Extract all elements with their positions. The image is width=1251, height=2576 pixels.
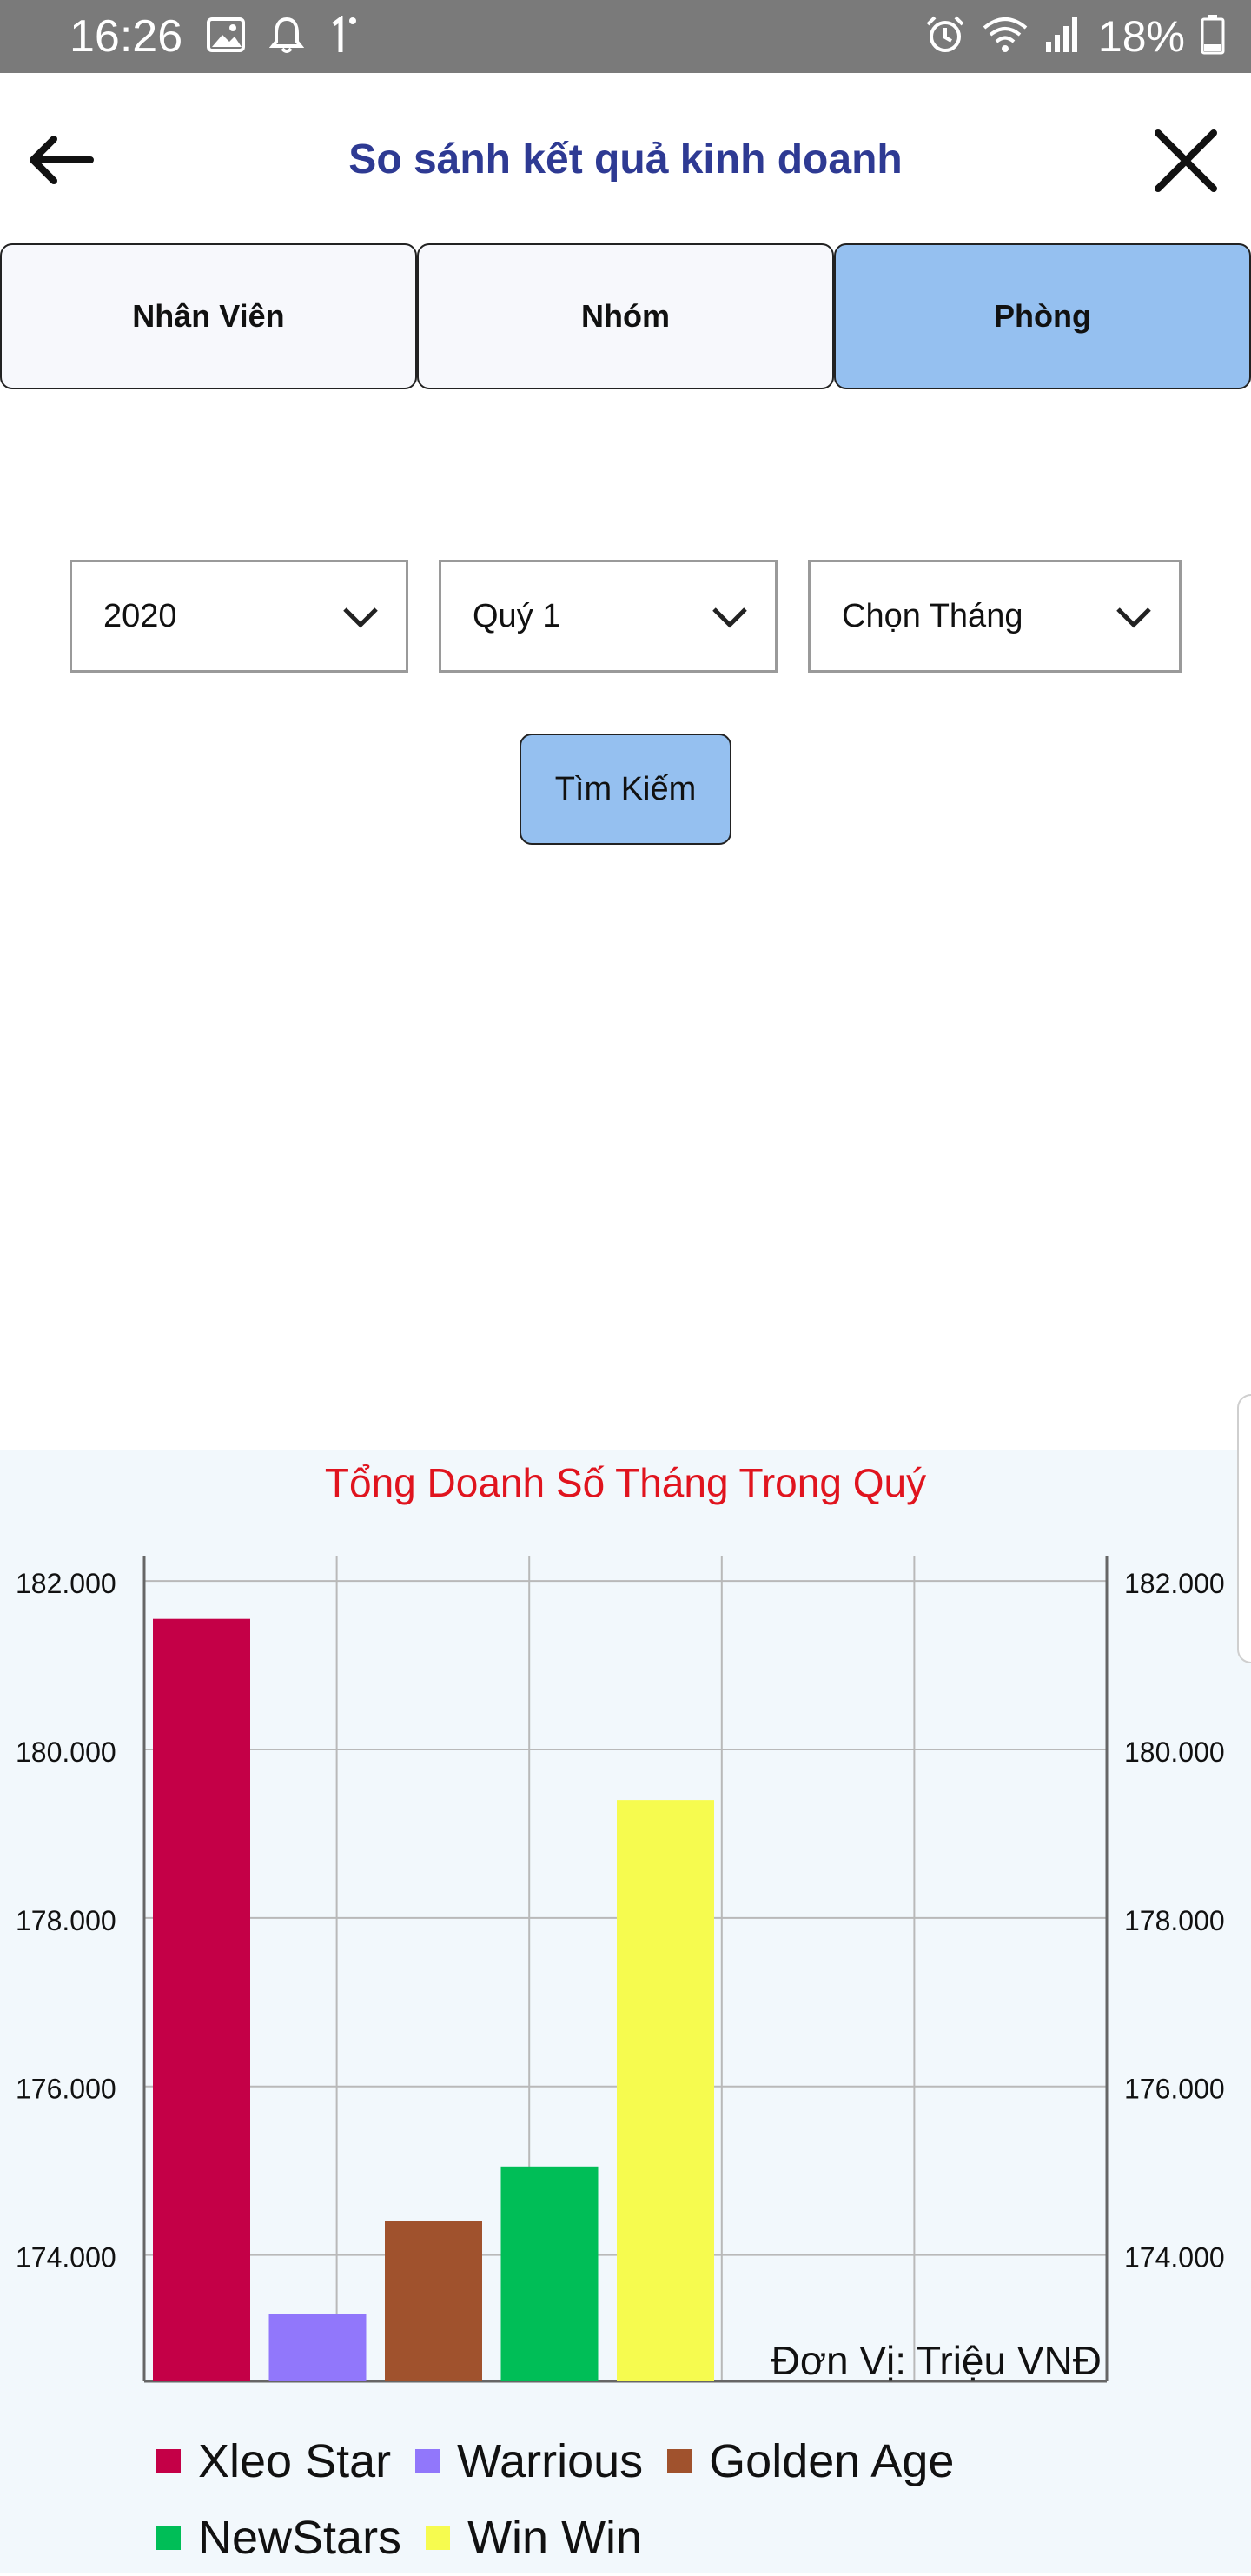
page-title: So sánh kết quả kinh doanh: [348, 136, 903, 183]
status-time: 16:26: [70, 11, 183, 62]
legend-swatch: [415, 2449, 440, 2473]
notification-count-icon: [328, 14, 358, 58]
legend-label: Win Win: [467, 2512, 643, 2564]
tab-bar: Nhân Viên Nhóm Phòng: [0, 243, 1251, 389]
legend-item-golden-age: Golden Age: [667, 2435, 954, 2487]
tab-nhom[interactable]: Nhóm: [417, 243, 834, 389]
unit-label: Đơn Vị: Triệu VNĐ: [771, 2338, 1102, 2383]
chart-legend: Xleo Star Warrious Golden Age NewStars Win W…: [156, 2423, 1112, 2576]
y-tick-label-left: 176.000: [16, 2074, 116, 2105]
bar-chart: 174.000 174.000 176.000 176.000 178.000 178.0…: [16, 1556, 1225, 2383]
bar-newstars: [500, 2166, 599, 2381]
legend-item-newstars: NewStars: [156, 2512, 401, 2564]
chart-title: Tổng Doanh Số Tháng Trong Quý: [324, 1460, 927, 1505]
tab-nhan-vien[interactable]: Nhân Viên: [0, 243, 417, 389]
arrow-left-icon: [30, 136, 94, 184]
y-tick-label-left: 178.000: [16, 1905, 116, 1936]
y-tick-label-right: 176.000: [1124, 2074, 1225, 2105]
y-tick-label-right: 174.000: [1124, 2242, 1225, 2274]
battery-icon: [1201, 14, 1225, 59]
legend-label: Xleo Star: [198, 2435, 392, 2487]
battery-percent: 18%: [1097, 12, 1185, 61]
back-button[interactable]: [26, 125, 96, 195]
year-select-value: 2020: [103, 597, 177, 634]
filter-row: 2020 Quý 1 Chọn Tháng: [70, 560, 1182, 673]
legend-item-warrious: Warrious: [415, 2435, 643, 2487]
quarter-select[interactable]: Quý 1: [439, 560, 778, 673]
y-tick-label-left: 174.000: [16, 2242, 116, 2274]
legend-item-xleo-star: Xleo Star: [156, 2435, 391, 2487]
close-button[interactable]: [1147, 122, 1225, 200]
legend-label: NewStars: [198, 2512, 402, 2564]
month-select[interactable]: Chọn Tháng: [808, 560, 1182, 673]
y-tick-label-left: 180.000: [16, 1736, 116, 1768]
legend-row: NewStars Win Win: [156, 2500, 1112, 2576]
bell-icon: [268, 16, 305, 58]
bar-win-win: [617, 1800, 714, 2381]
month-select-value: Chọn Tháng: [842, 597, 1023, 634]
legend-label: Warrious: [457, 2435, 644, 2487]
legend-item-win-win: Win Win: [426, 2512, 642, 2564]
status-left-icons: [207, 12, 358, 61]
search-button[interactable]: Tìm Kiếm: [520, 734, 731, 845]
status-bar: 16:26 18%: [0, 0, 1251, 73]
close-icon: [1155, 129, 1217, 192]
bar-warrious: [268, 2314, 367, 2381]
year-select[interactable]: 2020: [70, 560, 408, 673]
chevron-down-icon: [712, 607, 747, 628]
image-icon: [207, 17, 245, 56]
status-right: 18%: [924, 10, 1225, 63]
legend-swatch: [667, 2449, 692, 2473]
legend-label: Golden Age: [709, 2435, 955, 2487]
quarter-select-value: Quý 1: [473, 597, 561, 634]
legend-swatch: [426, 2526, 451, 2550]
legend-swatch: [156, 2449, 181, 2473]
alarm-icon: [924, 14, 966, 60]
y-tick-label-right: 178.000: [1124, 1905, 1225, 1936]
bar-xleo-star: [153, 1618, 250, 2381]
bar-golden-age: [385, 2221, 482, 2381]
legend-row: Xleo Star Warrious Golden Age: [156, 2423, 1112, 2500]
chevron-down-icon: [1116, 607, 1151, 628]
chevron-down-icon: [343, 607, 378, 628]
app-header: So sánh kết quả kinh doanh: [0, 73, 1251, 247]
y-tick-label-right: 180.000: [1124, 1736, 1225, 1768]
tab-phong[interactable]: Phòng: [834, 243, 1251, 389]
y-tick-label-left: 182.000: [16, 1568, 116, 1599]
y-tick-label-right: 182.000: [1124, 1568, 1225, 1599]
signal-icon: [1044, 16, 1082, 58]
wifi-icon: [982, 16, 1029, 58]
legend-swatch: [156, 2526, 181, 2550]
